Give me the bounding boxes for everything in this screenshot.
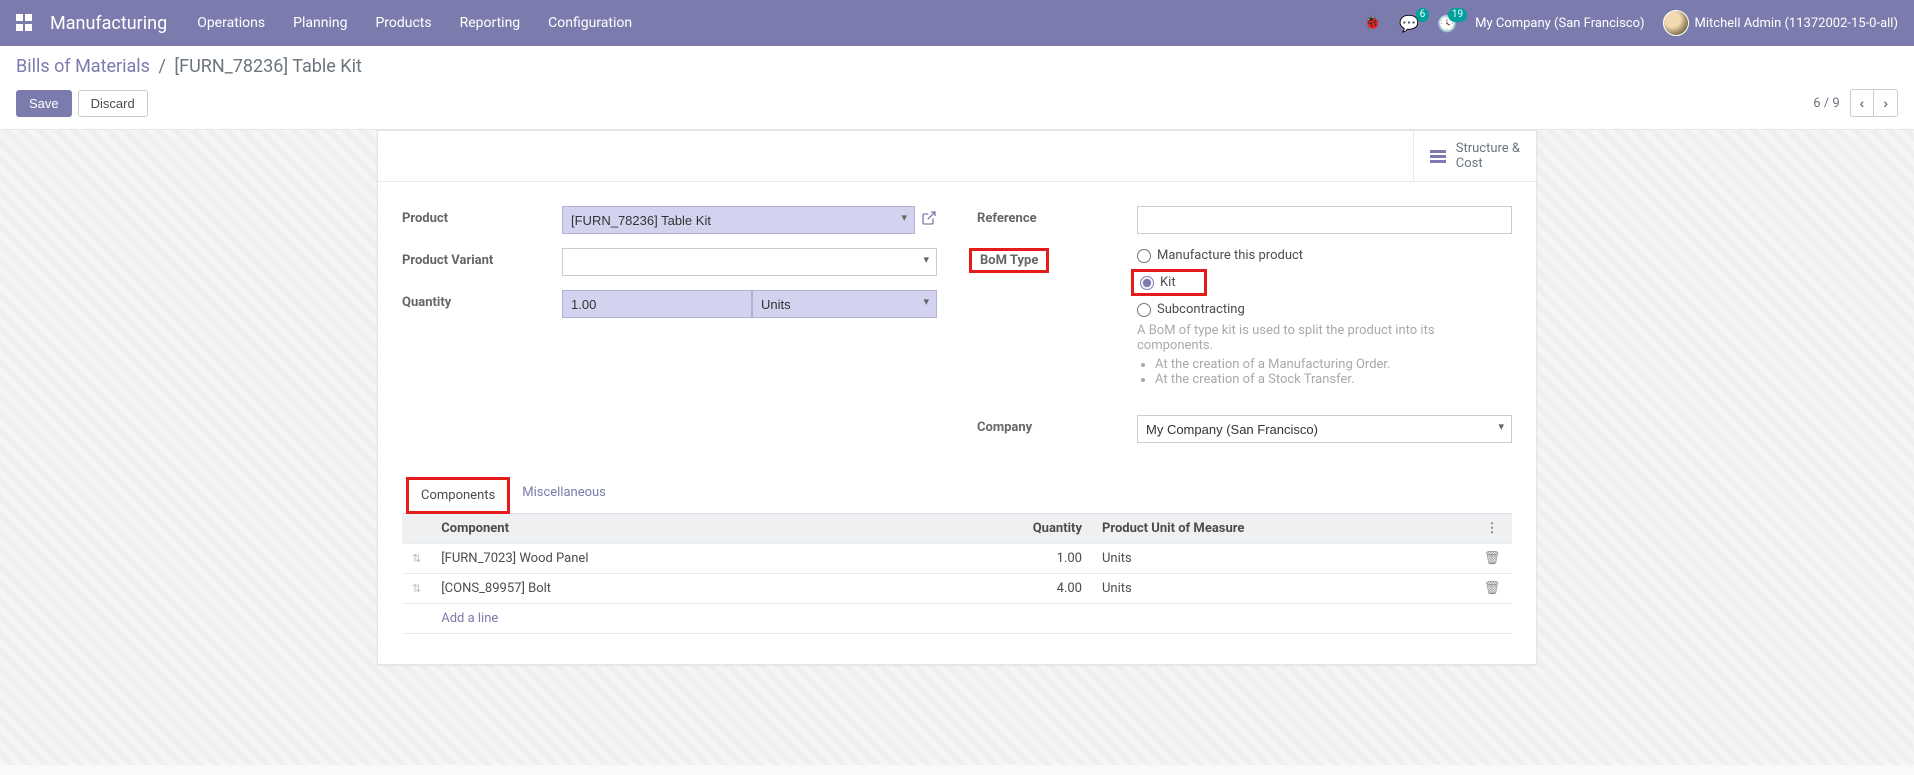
- pager-text: 6 / 9: [1813, 96, 1839, 111]
- pager-prev[interactable]: ‹: [1851, 90, 1875, 116]
- radio-subcontracting[interactable]: Subcontracting: [1137, 302, 1512, 317]
- drag-handle-icon[interactable]: ⇅: [412, 582, 421, 595]
- qty-field[interactable]: [562, 290, 752, 318]
- table-row[interactable]: ⇅ [FURN_7023] Wood Panel 1.00 Units 🗑: [402, 544, 1512, 574]
- control-panel: Bills of Materials / [FURN_78236] Table …: [0, 46, 1914, 130]
- radio-kit[interactable]: Kit: [1140, 275, 1176, 290]
- cell-uom[interactable]: Units: [1092, 544, 1472, 574]
- variant-field[interactable]: [562, 248, 937, 276]
- form-col-left: Product Product Variant: [402, 206, 937, 457]
- activities-icon[interactable]: 🕓19: [1437, 14, 1457, 33]
- th-handle: [402, 514, 431, 544]
- help-b2: At the creation of a Stock Transfer.: [1155, 372, 1512, 387]
- product-field[interactable]: [562, 206, 915, 234]
- product-label: Product: [402, 206, 562, 226]
- breadcrumb-root[interactable]: Bills of Materials: [16, 56, 150, 77]
- qty-label: Quantity: [402, 290, 562, 310]
- menu-configuration[interactable]: Configuration: [548, 15, 632, 31]
- tab-miscellaneous[interactable]: Miscellaneous: [510, 477, 618, 514]
- breadcrumb-sep: /: [158, 56, 165, 77]
- radio-subcontracting-input[interactable]: [1137, 303, 1151, 317]
- discard-button[interactable]: Discard: [78, 90, 148, 117]
- menu-planning[interactable]: Planning: [293, 15, 347, 31]
- stat-label1: Structure &: [1456, 141, 1520, 156]
- menu-reporting[interactable]: Reporting: [460, 15, 521, 31]
- components-table: Component Quantity Product Unit of Measu…: [402, 514, 1512, 634]
- pager: 6 / 9 ‹ ›: [1813, 89, 1898, 117]
- bom-type-label: BoM Type: [969, 248, 1049, 273]
- company-field[interactable]: [1137, 415, 1512, 443]
- th-kebab-icon[interactable]: ⋮: [1472, 514, 1512, 544]
- messages-icon[interactable]: 💬6: [1399, 14, 1419, 33]
- delete-row-icon[interactable]: 🗑: [1484, 551, 1501, 566]
- messages-badge: 6: [1416, 8, 1430, 22]
- pager-next[interactable]: ›: [1874, 90, 1897, 116]
- cell-component[interactable]: [CONS_89957] Bolt: [431, 574, 972, 604]
- radio-kit-highlight: Kit: [1131, 269, 1207, 296]
- breadcrumb: Bills of Materials / [FURN_78236] Table …: [16, 56, 1898, 77]
- user-menu[interactable]: Mitchell Admin (11372002-15-0-all): [1663, 10, 1898, 36]
- debug-icon[interactable]: 🐞: [1364, 15, 1381, 31]
- avatar: [1663, 10, 1689, 36]
- activities-badge: 19: [1448, 8, 1467, 22]
- radio-kit-label: Kit: [1160, 275, 1176, 290]
- radio-manufacture[interactable]: Manufacture this product: [1137, 248, 1512, 263]
- drag-handle-icon[interactable]: ⇅: [412, 552, 421, 565]
- th-component: Component: [431, 514, 972, 544]
- radio-subcontracting-label: Subcontracting: [1157, 302, 1245, 317]
- cell-component[interactable]: [FURN_7023] Wood Panel: [431, 544, 972, 574]
- radio-kit-input[interactable]: [1140, 276, 1154, 290]
- apps-icon[interactable]: [16, 14, 34, 32]
- th-uom: Product Unit of Measure: [1092, 514, 1472, 544]
- bom-type-label-wrap: BoM Type: [977, 248, 1137, 268]
- external-link-icon[interactable]: [921, 210, 937, 230]
- company-selector[interactable]: My Company (San Francisco): [1475, 16, 1644, 31]
- bars-icon: [1430, 150, 1446, 163]
- stat-label2: Cost: [1456, 156, 1520, 171]
- user-name: Mitchell Admin (11372002-15-0-all): [1695, 16, 1898, 31]
- save-button[interactable]: Save: [16, 90, 72, 117]
- breadcrumb-current: [FURN_78236] Table Kit: [174, 56, 362, 77]
- bom-type-help: A BoM of type kit is used to split the p…: [1137, 323, 1512, 387]
- form-col-right: Reference BoM Type: [977, 206, 1512, 457]
- reference-field[interactable]: [1137, 206, 1512, 234]
- reference-label: Reference: [977, 206, 1137, 226]
- navbar: Manufacturing Operations Planning Produc…: [0, 0, 1914, 46]
- company-label: Company: [977, 415, 1137, 435]
- cell-qty[interactable]: 1.00: [972, 544, 1092, 574]
- cell-qty[interactable]: 4.00: [972, 574, 1092, 604]
- form-sheet: Structure & Cost Product: [377, 130, 1537, 665]
- tabs: Components Miscellaneous: [402, 477, 1512, 514]
- radio-manufacture-input[interactable]: [1137, 249, 1151, 263]
- table-row[interactable]: ⇅ [CONS_89957] Bolt 4.00 Units 🗑: [402, 574, 1512, 604]
- delete-row-icon[interactable]: 🗑: [1484, 581, 1501, 596]
- tab-components[interactable]: Components: [406, 477, 510, 514]
- cell-uom[interactable]: Units: [1092, 574, 1472, 604]
- main-area: Structure & Cost Product: [0, 130, 1914, 765]
- qty-unit-field[interactable]: [752, 290, 937, 318]
- add-line-row: Add a line: [402, 604, 1512, 634]
- add-line-link[interactable]: Add a line: [441, 611, 498, 626]
- components-pane: Component Quantity Product Unit of Measu…: [402, 514, 1512, 654]
- stat-bar: Structure & Cost: [378, 131, 1536, 182]
- help-b1: At the creation of a Manufacturing Order…: [1155, 357, 1512, 372]
- help-intro: A BoM of type kit is used to split the p…: [1137, 323, 1512, 353]
- radio-manufacture-label: Manufacture this product: [1157, 248, 1303, 263]
- menu-operations[interactable]: Operations: [197, 15, 265, 31]
- menu-products[interactable]: Products: [375, 15, 431, 31]
- variant-label: Product Variant: [402, 248, 562, 268]
- structure-cost-button[interactable]: Structure & Cost: [1413, 131, 1536, 181]
- th-qty: Quantity: [972, 514, 1092, 544]
- main-menu: Operations Planning Products Reporting C…: [197, 15, 1364, 31]
- app-brand[interactable]: Manufacturing: [50, 13, 167, 34]
